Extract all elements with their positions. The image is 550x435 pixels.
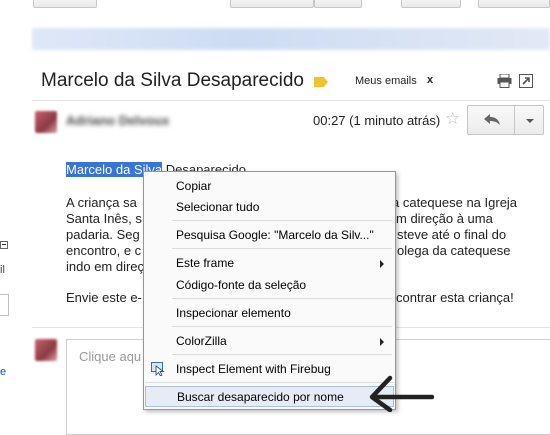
menu-item-select-all[interactable]: Selecionar tudo — [145, 197, 394, 217]
menu-item-inspect[interactable]: Inspecionar elemento — [145, 303, 394, 323]
blurred-info-bar — [32, 28, 550, 50]
context-menu: Copiar Selecionar tudo Pesquisa Google: … — [143, 171, 396, 410]
sidebar-text-fragment: il — [0, 264, 5, 276]
new-window-icon[interactable] — [519, 74, 533, 88]
menu-separator — [172, 298, 392, 299]
more-actions-dropdown[interactable] — [514, 105, 544, 135]
body-line: Santa Inês, s — [66, 211, 142, 226]
body-line: padaria. Seg — [66, 227, 140, 242]
user-avatar — [35, 339, 57, 361]
menu-item-colorzilla[interactable]: ColorZilla — [145, 331, 394, 351]
toolbar-button[interactable] — [401, 0, 461, 8]
menu-item-view-source[interactable]: Código-fonte da seleção — [145, 275, 394, 295]
label-name[interactable]: Meus emails — [355, 75, 417, 87]
body-line: A criança sa — [66, 195, 137, 210]
menu-separator — [172, 248, 392, 249]
sidebar-input[interactable] — [0, 294, 9, 316]
menu-item-search-missing[interactable]: Buscar desaparecido por nome — [145, 386, 394, 407]
firebug-icon — [151, 362, 165, 376]
remove-label-button[interactable]: x — [427, 74, 433, 86]
email-subject: Marcelo da Silva Desaparecido — [41, 70, 304, 91]
menu-item-this-frame[interactable]: Este frame — [145, 253, 394, 273]
sender-name-blurred[interactable]: Adriano Delvoux — [66, 113, 169, 128]
toolbar-button[interactable] — [230, 0, 314, 8]
submenu-arrow-icon — [380, 260, 384, 268]
label-tag-icon — [314, 77, 328, 87]
submenu-arrow-icon — [380, 338, 384, 346]
menu-separator — [145, 382, 394, 383]
toolbar-button[interactable] — [314, 0, 362, 8]
body-line: m direção à uma — [396, 211, 493, 226]
body-line: steve até o final do — [397, 227, 507, 242]
menu-separator — [172, 326, 392, 327]
body-line: indo em direç — [66, 259, 145, 274]
left-sidebar-edge: il e — [0, 0, 12, 435]
toolbar-button[interactable] — [33, 0, 97, 8]
reply-button[interactable] — [467, 105, 515, 135]
message-timestamp: 00:27 (1 minuto atrás) — [313, 113, 441, 128]
menu-separator — [172, 220, 392, 221]
body-line: contrar esta criança! — [396, 290, 514, 305]
collapse-toggle-icon[interactable] — [0, 241, 8, 249]
toolbar-button[interactable] — [478, 0, 550, 8]
reply-placeholder: Clique aqu — [79, 349, 142, 364]
body-line: a catequese na Igreja — [392, 195, 518, 210]
body-line: Envie este e- — [66, 290, 142, 305]
sender-avatar — [35, 111, 57, 133]
left-arrow-icon — [369, 375, 434, 412]
reply-arrow-icon — [484, 114, 500, 125]
menu-separator — [172, 354, 392, 355]
menu-item-copy[interactable]: Copiar — [145, 176, 394, 196]
menu-item-firebug[interactable]: Inspect Element with Firebug — [145, 359, 394, 379]
body-line: encontro, e c — [66, 243, 142, 258]
body-line: olega da catequese — [397, 243, 511, 258]
star-icon[interactable]: ☆ — [445, 110, 460, 127]
menu-item-google-search[interactable]: Pesquisa Google: "Marcelo da Silv..." — [145, 225, 394, 245]
sidebar-link-fragment[interactable]: e — [0, 366, 6, 378]
header-divider — [32, 100, 550, 101]
print-icon[interactable] — [497, 74, 512, 88]
